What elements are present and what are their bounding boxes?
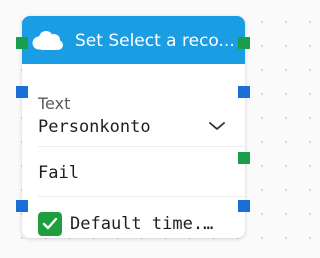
set-select-record-node[interactable]: Set Select a reco... Text Personkonto Fa…	[22, 16, 245, 238]
divider	[38, 146, 245, 147]
field-label: Text	[38, 94, 71, 113]
checkmark-icon	[42, 217, 58, 230]
flow-input-port[interactable]	[16, 37, 28, 49]
fail-output-label: Fail	[38, 163, 79, 183]
default-timeout-output-port[interactable]	[238, 200, 250, 212]
default-timeout-checkbox[interactable]	[38, 212, 62, 236]
record-type-select[interactable]: Personkonto	[38, 114, 245, 142]
node-title: Set Select a reco...	[75, 31, 235, 51]
flow-output-port[interactable]	[238, 37, 250, 49]
chevron-down-icon	[209, 122, 225, 130]
divider	[38, 196, 245, 197]
default-timeout-input-port[interactable]	[16, 200, 28, 212]
select-value: Personkonto	[38, 117, 151, 137]
checkbox-label: Default time...	[70, 214, 222, 234]
default-timeout-checkbox-row[interactable]: Default time...	[38, 212, 238, 238]
node-header[interactable]: Set Select a reco...	[22, 16, 245, 64]
data-input-port[interactable]	[16, 86, 28, 98]
cloud-icon	[32, 31, 63, 50]
data-output-port[interactable]	[238, 86, 250, 98]
fail-output-port[interactable]	[238, 152, 250, 164]
